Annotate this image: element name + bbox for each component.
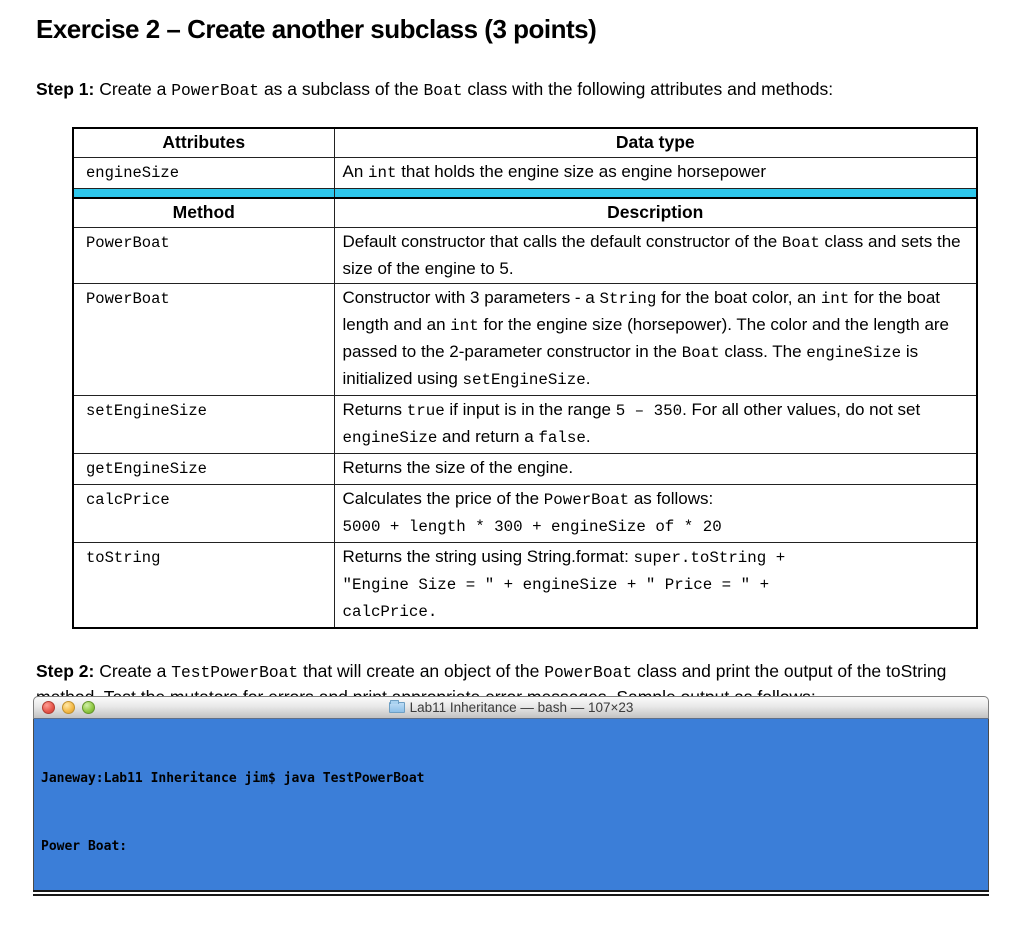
method-desc: Returns the size of the engine. xyxy=(333,452,978,485)
step1-paragraph: Step 1: Create a PowerBoat as a subclass… xyxy=(36,79,834,100)
table-row: toString Returns the string using String… xyxy=(72,541,978,628)
table-row: calcPrice Calculates the price of the Po… xyxy=(72,483,978,543)
header-attributes: Attributes xyxy=(72,127,335,158)
method-name: PowerBoat xyxy=(72,282,335,396)
attribute-name: engineSize xyxy=(72,157,335,189)
method-name: PowerBoat xyxy=(72,226,335,284)
table-row: PowerBoat Default constructor that calls… xyxy=(72,226,978,284)
method-name: getEngineSize xyxy=(72,452,335,485)
method-name: calcPrice xyxy=(72,483,335,543)
terminal-line: Janeway:Lab11 Inheritance jim$ java Test… xyxy=(41,770,425,786)
terminal-content[interactable]: Janeway:Lab11 Inheritance jim$ java Test… xyxy=(33,719,989,890)
page-title: Exercise 2 – Create another subclass (3 … xyxy=(36,14,597,44)
table-header-attributes: Attributes Data type xyxy=(72,127,978,158)
spec-table-container: Attributes Data type engineSize An int t… xyxy=(72,127,978,629)
close-button-icon[interactable] xyxy=(42,701,55,714)
folder-icon xyxy=(388,700,405,713)
terminal-line: Power Boat: xyxy=(41,838,128,854)
method-name: setEngineSize xyxy=(72,394,335,454)
window-controls xyxy=(42,701,95,714)
table-header-methods: Method Description xyxy=(72,197,978,228)
table-row: PowerBoat Constructor with 3 parameters … xyxy=(72,282,978,396)
attribute-desc: An int that holds the engine size as eng… xyxy=(333,157,978,189)
table-row: getEngineSize Returns the size of the en… xyxy=(72,452,978,485)
method-desc: Calculates the price of the PowerBoat as… xyxy=(333,483,978,543)
table-row: setEngineSize Returns true if input is i… xyxy=(72,394,978,454)
method-desc: Returns the string using String.format: … xyxy=(333,541,978,628)
method-desc: Returns true if input is in the range 5 … xyxy=(333,394,978,454)
header-data-type: Data type xyxy=(333,127,978,158)
cyan-divider-row xyxy=(72,188,978,199)
table-row-enginesize: engineSize An int that holds the engine … xyxy=(72,157,978,189)
minimize-button-icon[interactable] xyxy=(62,701,75,714)
method-name: toString xyxy=(72,541,335,628)
method-desc: Constructor with 3 parameters - a String… xyxy=(333,282,978,396)
header-description: Description xyxy=(333,197,978,228)
zoom-button-icon[interactable] xyxy=(82,701,95,714)
terminal-title: Lab11 Inheritance — bash — 107×23 xyxy=(34,700,988,715)
spec-table: Attributes Data type engineSize An int t… xyxy=(72,127,978,629)
method-desc: Default constructor that calls the defau… xyxy=(333,226,978,284)
terminal-title-text: Lab11 Inheritance — bash — 107×23 xyxy=(409,700,634,715)
terminal-titlebar[interactable]: Lab11 Inheritance — bash — 107×23 xyxy=(33,696,989,719)
cyan-divider-left xyxy=(72,188,335,199)
terminal-window: Lab11 Inheritance — bash — 107×23 Janewa… xyxy=(33,696,989,896)
terminal-bottom-border xyxy=(33,890,989,896)
header-method: Method xyxy=(72,197,335,228)
cyan-divider-right xyxy=(333,188,978,199)
